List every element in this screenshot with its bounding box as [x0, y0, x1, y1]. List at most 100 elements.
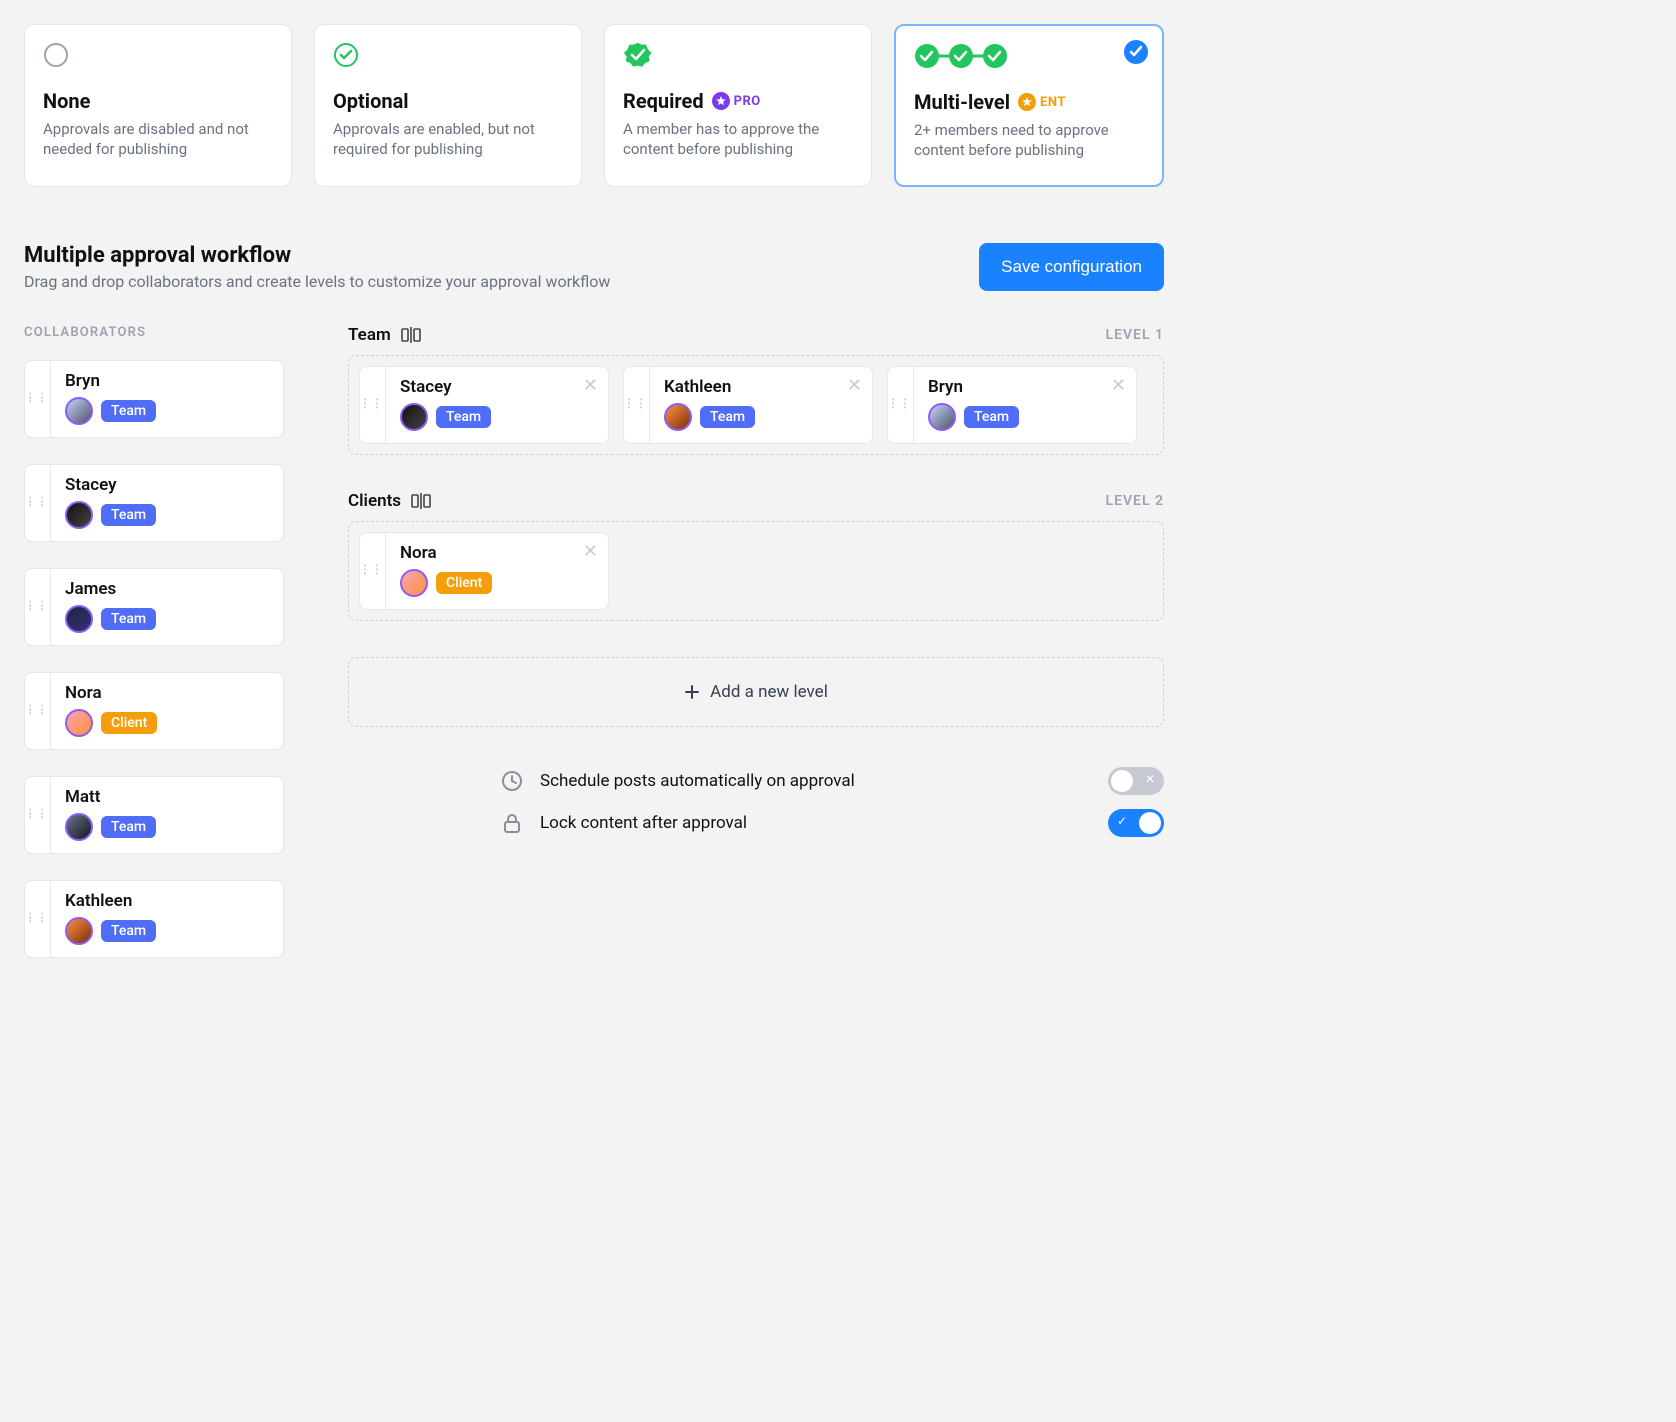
drag-handle-icon[interactable]: • •• •• • — [25, 777, 51, 853]
toggle-auto-schedule[interactable] — [1108, 767, 1164, 795]
lock-icon — [498, 809, 526, 837]
drag-handle-icon[interactable]: • •• •• • — [25, 569, 51, 645]
section-subtitle: Drag and drop collaborators and create l… — [24, 272, 610, 291]
person-name: Matt — [65, 787, 269, 807]
person-card[interactable]: • •• •• • Matt Team — [24, 776, 284, 854]
option-card-none[interactable]: None Approvals are disabled and not need… — [24, 24, 292, 187]
drag-handle-icon[interactable]: • •• •• • — [25, 361, 51, 437]
selected-check-icon — [1124, 40, 1148, 64]
person-name: Bryn — [65, 371, 269, 391]
person-card[interactable]: • •• •• • Bryn Team — [24, 360, 284, 438]
approval-level: TeamLEVEL 1• •• •• •✕StaceyTeam• •• •• •… — [348, 325, 1164, 455]
check-badge-icon — [623, 41, 853, 69]
collaborators-list: • •• •• •BrynTeam• •• •• •StaceyTeam• ••… — [24, 360, 284, 958]
remove-icon[interactable]: ✕ — [583, 541, 598, 562]
tier-label: PRO — [734, 94, 761, 109]
option-card-required[interactable]: Required PRO A member has to approve the… — [604, 24, 872, 187]
role-badge: Team — [101, 816, 156, 838]
avatar — [664, 403, 692, 431]
option-title: Required — [623, 89, 704, 113]
option-card-optional[interactable]: Optional Approvals are enabled, but not … — [314, 24, 582, 187]
person-name: Kathleen — [65, 891, 269, 911]
star-icon — [712, 92, 730, 110]
remove-icon[interactable]: ✕ — [1111, 375, 1126, 396]
person-card[interactable]: • •• •• • Kathleen Team — [24, 880, 284, 958]
avatar — [400, 403, 428, 431]
check-circle-outline-icon — [333, 41, 563, 69]
avatar — [400, 569, 428, 597]
option-desc: Approvals are disabled and not needed fo… — [43, 119, 273, 160]
toggle-lock-content[interactable] — [1108, 809, 1164, 837]
role-badge: Team — [964, 406, 1019, 428]
levels-column: TeamLEVEL 1• •• •• •✕StaceyTeam• •• •• •… — [348, 325, 1164, 837]
remove-icon[interactable]: ✕ — [583, 375, 598, 396]
role-badge: Team — [700, 406, 755, 428]
person-card[interactable]: • •• •• • ✕Stacey Team — [359, 366, 609, 444]
level-name: Clients — [348, 491, 401, 511]
avatar — [65, 397, 93, 425]
setting-label: Lock content after approval — [540, 813, 1094, 833]
setting-lock-content: Lock content after approval — [498, 809, 1164, 837]
option-desc: 2+ members need to approve content befor… — [914, 120, 1144, 161]
role-badge: Team — [436, 406, 491, 428]
avatar — [65, 501, 93, 529]
tier-label: ENT — [1040, 95, 1066, 110]
role-badge: Team — [101, 920, 156, 942]
level-index: LEVEL 2 — [1106, 493, 1165, 509]
remove-icon[interactable]: ✕ — [847, 375, 862, 396]
approval-options-row: None Approvals are disabled and not need… — [24, 24, 1164, 187]
avatar — [65, 917, 93, 945]
collaborators-heading: COLLABORATORS — [24, 325, 284, 340]
option-desc: Approvals are enabled, but not required … — [333, 119, 563, 160]
drag-handle-icon[interactable]: • •• •• • — [360, 367, 386, 443]
drag-handle-icon[interactable]: • •• •• • — [624, 367, 650, 443]
person-name: Nora — [400, 543, 594, 563]
option-title: Multi-level — [914, 90, 1010, 114]
save-button[interactable]: Save configuration — [979, 243, 1164, 291]
person-name: Stacey — [400, 377, 594, 397]
level-dropzone[interactable]: • •• •• • ✕Nora Client — [348, 521, 1164, 621]
option-title: Optional — [333, 89, 409, 113]
option-card-multilevel[interactable]: Multi-level ENT 2+ members need to appro… — [894, 24, 1164, 187]
section-title: Multiple approval workflow — [24, 243, 610, 268]
add-level-label: Add a new level — [710, 682, 828, 702]
person-card[interactable]: • •• •• • ✕Nora Client — [359, 532, 609, 610]
option-title: None — [43, 89, 90, 113]
avatar — [928, 403, 956, 431]
role-badge: Client — [436, 572, 492, 594]
person-name: Nora — [65, 683, 269, 703]
person-name: Bryn — [928, 377, 1122, 397]
rename-icon[interactable] — [411, 492, 431, 510]
setting-auto-schedule: Schedule posts automatically on approval — [498, 767, 1164, 795]
empty-circle-icon — [43, 41, 273, 69]
drag-handle-icon[interactable]: • •• •• • — [25, 881, 51, 957]
avatar — [65, 605, 93, 633]
option-desc: A member has to approve the content befo… — [623, 119, 853, 160]
add-level-button[interactable]: Add a new level — [348, 657, 1164, 727]
drag-handle-icon[interactable]: • •• •• • — [888, 367, 914, 443]
avatar — [65, 813, 93, 841]
level-dropzone[interactable]: • •• •• •✕StaceyTeam• •• •• •✕KathleenTe… — [348, 355, 1164, 455]
setting-label: Schedule posts automatically on approval — [540, 771, 1094, 791]
star-icon — [1018, 93, 1036, 111]
approval-settings: Schedule posts automatically on approval… — [348, 767, 1164, 837]
rename-icon[interactable] — [401, 326, 421, 344]
person-card[interactable]: • •• •• • ✕Bryn Team — [887, 366, 1137, 444]
avatar — [65, 709, 93, 737]
person-card[interactable]: • •• •• • ✕Kathleen Team — [623, 366, 873, 444]
collaborators-column: COLLABORATORS • •• •• •BrynTeam• •• •• •… — [24, 325, 284, 958]
role-badge: Team — [101, 400, 156, 422]
role-badge: Client — [101, 712, 157, 734]
person-card[interactable]: • •• •• •StaceyTeam — [24, 464, 284, 542]
person-name: Kathleen — [664, 377, 858, 397]
section-header: Multiple approval workflow Drag and drop… — [24, 243, 1164, 291]
pro-badge: PRO — [712, 92, 761, 110]
drag-handle-icon[interactable]: • •• •• • — [25, 673, 51, 749]
person-card[interactable]: • •• •• • Nora Client — [24, 672, 284, 750]
ent-badge: ENT — [1018, 93, 1066, 111]
person-card[interactable]: • •• •• •JamesTeam — [24, 568, 284, 646]
clock-icon — [498, 767, 526, 795]
drag-handle-icon[interactable]: • •• •• • — [25, 465, 51, 541]
level-index: LEVEL 1 — [1106, 327, 1165, 343]
drag-handle-icon[interactable]: • •• •• • — [360, 533, 386, 609]
